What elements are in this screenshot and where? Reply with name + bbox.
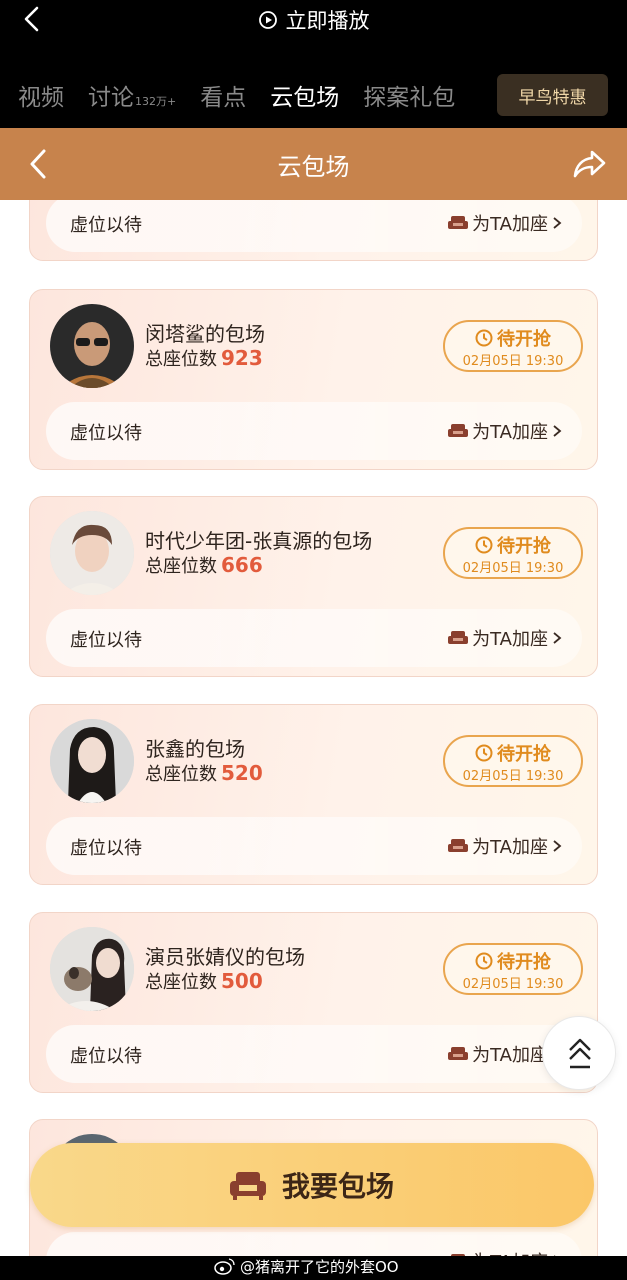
clock-icon [475,536,493,554]
start-time: 02月05日 19:30 [462,977,564,992]
status-label: 待开抢 [497,536,551,557]
sofa-icon [448,839,469,852]
booking-card: 虚位以待 为TA加座 [29,200,598,261]
status-badge[interactable]: 待开抢 02月05日 19:30 [443,320,583,372]
vacant-label: 虚位以待 [70,630,142,651]
sofa-icon [448,1047,469,1060]
start-time: 02月05日 19:30 [462,769,564,784]
status-label: 待开抢 [497,952,551,973]
scroll-top-icon [569,1038,591,1069]
status-badge[interactable]: 待开抢 02月05日 19:30 [443,943,583,995]
tab-discussion[interactable]: 讨论132万+ [88,78,176,112]
start-time: 02月05日 19:30 [462,561,564,576]
page-title: 云包场 [277,152,350,181]
add-seat-label: 为TA加座 [472,837,548,858]
avatar[interactable] [50,511,134,595]
watermark-text: @猪离开了它的外套OO [240,1257,399,1276]
add-seat-label: 为TA加座 [472,1045,548,1066]
share-icon[interactable] [570,144,608,182]
book-screening-label: 我要包场 [281,1170,394,1203]
status-label: 待开抢 [497,744,551,765]
tab-highlights[interactable]: 看点 [200,78,246,112]
add-seat-button[interactable]: 为TA加座 [448,210,562,236]
avatar[interactable] [50,719,134,803]
booking-name: 时代少年团-张真源的包场 [145,529,373,553]
chevron-right-icon [553,840,562,852]
vacant-seat-row[interactable]: 虚位以待 为TA加座 [46,1025,582,1083]
weibo-icon [214,1258,235,1275]
vacant-label: 虚位以待 [70,423,142,444]
status-badge[interactable]: 待开抢 02月05日 19:30 [443,735,583,787]
vacant-label: 虚位以待 [70,838,142,859]
vacant-label: 虚位以待 [70,215,142,236]
status-badge[interactable]: 待开抢 02月05日 19:30 [443,527,583,579]
play-circle-icon [258,11,277,29]
play-now-label: 立即播放 [285,9,370,33]
clock-icon [475,329,493,347]
booking-card: 张鑫的包场 总座位数 520 待开抢 02月05日 19:30 虚位以待 为TA加… [29,704,598,885]
clock-icon [475,952,493,970]
booking-card: 演员张婧仪的包场 总座位数 500 待开抢 02月05日 19:30 虚位以待 为… [29,912,598,1093]
sofa-icon [229,1172,266,1200]
booking-list[interactable]: 虚位以待 为TA加座 闵塔鲨的包场 总座位数 923 待开抢 02月05日 19:… [0,200,627,1280]
chevron-right-icon [553,217,562,229]
avatar[interactable] [50,927,134,1011]
seat-count: 总座位数 520 [145,761,263,785]
watermark: @猪离开了它的外套OO [214,1255,399,1277]
vacant-label: 虚位以待 [70,1046,142,1067]
avatar[interactable] [50,304,134,388]
booking-card: 时代少年团-张真源的包场 总座位数 666 待开抢 02月05日 19:30 虚位… [29,496,598,677]
vacant-seat-row[interactable]: 虚位以待 为TA加座 [46,609,582,667]
booking-name: 张鑫的包场 [145,737,245,761]
seat-count: 总座位数 666 [145,553,263,577]
book-screening-button[interactable]: 我要包场 [30,1143,594,1227]
tab-bar: 视频 讨论132万+ 看点 云包场 探案礼包 [18,78,479,118]
add-seat-button[interactable]: 为TA加座 [448,625,562,651]
early-bird-button[interactable]: 早鸟特惠 [497,74,608,116]
top-bar: 立即播放 视频 讨论132万+ 看点 云包场 探案礼包 早鸟特惠 [0,0,627,128]
add-seat-label: 为TA加座 [472,629,548,650]
add-seat-button[interactable]: 为TA加座 [448,833,562,859]
page-header: 云包场 [0,128,627,200]
sofa-icon [448,216,469,229]
add-seat-label: 为TA加座 [472,214,548,235]
vacant-seat-row[interactable]: 虚位以待 为TA加座 [46,817,582,875]
booking-card: 闵塔鲨的包场 总座位数 923 待开抢 02月05日 19:30 虚位以待 为TA… [29,289,598,470]
tab-discussion-count: 132万+ [135,95,177,108]
add-seat-button[interactable]: 为TA加座 [448,418,562,444]
sofa-icon [448,424,469,437]
booking-name: 演员张婧仪的包场 [145,945,305,969]
clock-icon [475,744,493,762]
add-seat-label: 为TA加座 [472,422,548,443]
chevron-right-icon [553,425,562,437]
tab-video[interactable]: 视频 [18,78,64,112]
seat-count: 总座位数 923 [145,346,263,370]
vacant-seat-row[interactable]: 虚位以待 为TA加座 [46,402,582,460]
scroll-top-button[interactable] [542,1016,616,1090]
booking-name: 闵塔鲨的包场 [145,322,265,346]
tab-cloud-booking[interactable]: 云包场 [270,78,339,112]
seat-count: 总座位数 500 [145,969,263,993]
start-time: 02月05日 19:30 [462,354,564,369]
status-label: 待开抢 [497,329,551,350]
vacant-seat-row[interactable]: 虚位以待 为TA加座 [46,200,582,252]
back-arrow-icon[interactable] [24,146,52,182]
play-now-button[interactable]: 立即播放 [0,4,627,36]
sofa-icon [448,631,469,644]
chevron-right-icon [553,632,562,644]
tab-gift-pack[interactable]: 探案礼包 [363,78,455,112]
